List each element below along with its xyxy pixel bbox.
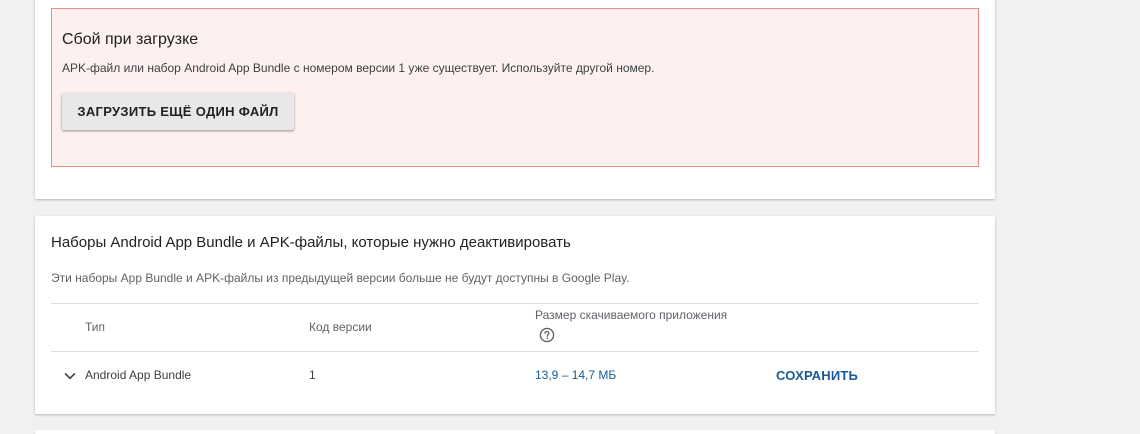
row-download-size: 13,9 – 14,7 МБ	[535, 368, 617, 382]
row-version-code: 1	[309, 368, 316, 382]
chevron-down-icon[interactable]	[63, 369, 77, 383]
error-title: Сбой при загрузке	[62, 31, 199, 48]
save-button[interactable]: СОХРАНИТЬ	[776, 368, 858, 383]
page: Сбой при загрузке APK-файл или набор And…	[0, 0, 1140, 434]
help-circle-icon[interactable]	[539, 327, 555, 343]
section-description: Эти наборы App Bundle и APK-файлы из пре…	[51, 271, 630, 285]
table-divider	[51, 303, 979, 304]
next-card	[35, 430, 995, 434]
column-header-download-size: Размер скачиваемого приложения	[535, 308, 728, 322]
column-header-type: Тип	[85, 320, 106, 334]
deactivate-bundles-card: Наборы Android App Bundle и APK-файлы, к…	[35, 216, 995, 414]
error-message: APK-файл или набор Android App Bundle с …	[62, 61, 655, 75]
table-divider	[51, 351, 979, 352]
upload-another-file-button[interactable]: ЗАГРУЗИТЬ ЕЩЁ ОДИН ФАЙЛ	[62, 93, 294, 130]
upload-error-box: Сбой при загрузке APK-файл или набор And…	[51, 8, 979, 167]
section-title: Наборы Android App Bundle и APK-файлы, к…	[51, 234, 571, 251]
upload-card: Сбой при загрузке APK-файл или набор And…	[35, 0, 995, 199]
column-header-version-code: Код версии	[309, 320, 372, 334]
row-type: Android App Bundle	[85, 368, 192, 382]
